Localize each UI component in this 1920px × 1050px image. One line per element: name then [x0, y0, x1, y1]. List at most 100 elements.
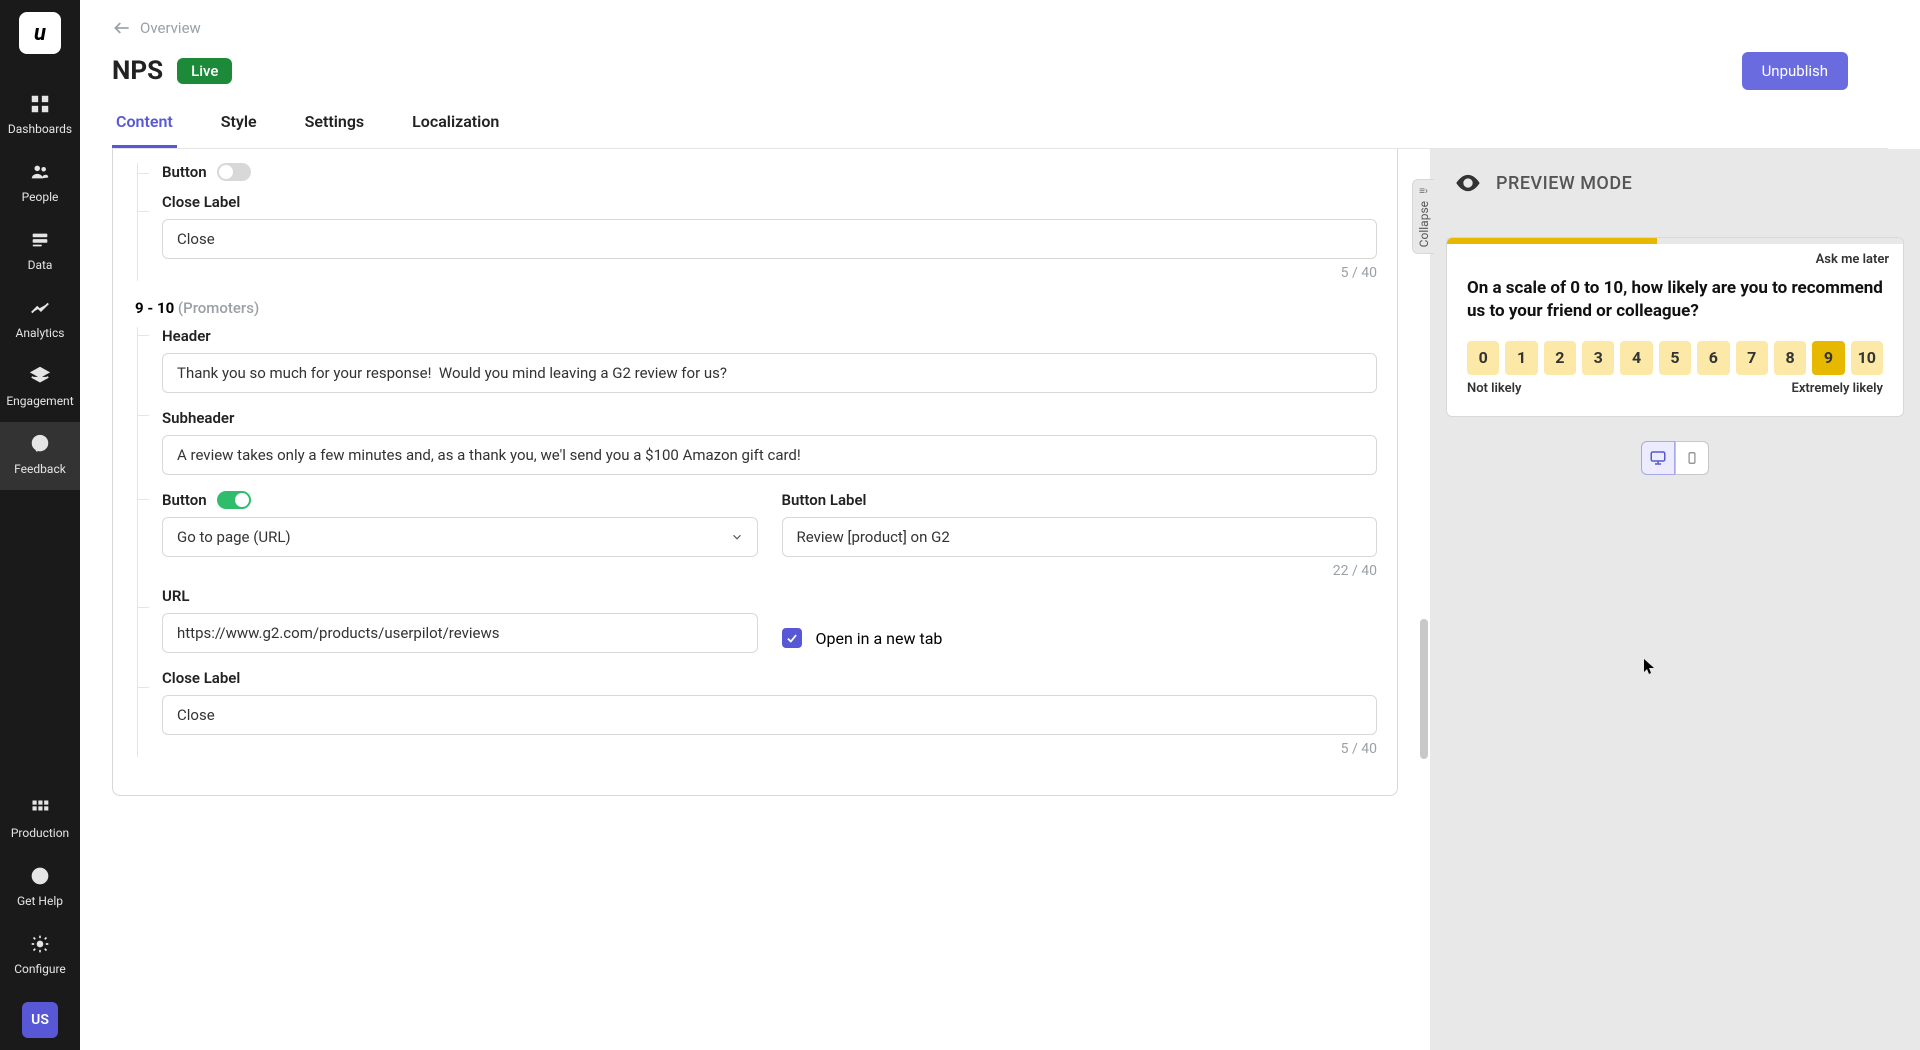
device-desktop-button[interactable]: [1641, 441, 1675, 475]
score-8[interactable]: 8: [1774, 341, 1806, 375]
status-badge: Live: [177, 58, 232, 84]
survey-question: On a scale of 0 to 10, how likely are yo…: [1447, 267, 1903, 327]
help-icon: [28, 864, 52, 888]
collapse-label: Collapse: [1417, 201, 1431, 247]
sidebar-item-label: Dashboards: [8, 122, 72, 136]
score-4[interactable]: 4: [1620, 341, 1652, 375]
score-high-label: Extremely likely: [1792, 381, 1884, 396]
button-action-select[interactable]: [162, 517, 758, 557]
sidebar-item-help[interactable]: Get Help: [0, 854, 80, 922]
score-0[interactable]: 0: [1467, 341, 1499, 375]
tab-content[interactable]: Content: [112, 112, 177, 148]
subheader-input[interactable]: [162, 435, 1377, 475]
collapse-icon: ≡›: [1419, 186, 1428, 197]
tab-style[interactable]: Style: [217, 112, 261, 148]
score-10[interactable]: 10: [1851, 341, 1883, 375]
header-input[interactable]: [162, 353, 1377, 393]
header: Overview NPS Live Unpublish Content Styl…: [80, 0, 1920, 149]
form-panel: Button Close Label 5 / 40 9 - 10 (Promot…: [80, 149, 1430, 1050]
score-6[interactable]: 6: [1697, 341, 1729, 375]
button-label-input[interactable]: [782, 517, 1378, 557]
score-2[interactable]: 2: [1544, 341, 1576, 375]
char-counter: 5 / 40: [162, 741, 1377, 757]
tab-localization[interactable]: Localization: [408, 112, 503, 148]
desktop-icon: [1649, 449, 1667, 467]
sidebar-item-configure[interactable]: Configure: [0, 922, 80, 990]
main: Overview NPS Live Unpublish Content Styl…: [80, 0, 1920, 1050]
sidebar-item-label: Engagement: [6, 394, 73, 408]
open-new-tab-label: Open in a new tab: [816, 629, 943, 648]
preview-mode-label: PREVIEW MODE: [1496, 173, 1632, 194]
sidebar-item-label: Feedback: [14, 462, 66, 476]
close-label-input-2[interactable]: [162, 695, 1377, 735]
unpublish-button[interactable]: Unpublish: [1742, 52, 1848, 90]
score-3[interactable]: 3: [1582, 341, 1614, 375]
button-toggle-off[interactable]: [217, 163, 251, 181]
people-icon: [28, 160, 52, 184]
preview-stage: Ask me later On a scale of 0 to 10, how …: [1430, 217, 1920, 1050]
preview-panel: ≡› Collapse PREVIEW MODE Ask me later On…: [1430, 149, 1920, 1050]
url-input[interactable]: [162, 613, 758, 653]
form-card: Button Close Label 5 / 40 9 - 10 (Promot…: [112, 149, 1398, 796]
gear-icon: [28, 932, 52, 956]
grid-icon: [28, 92, 52, 116]
mobile-icon: [1685, 449, 1699, 467]
apps-icon: [28, 796, 52, 820]
button-toggle-label: Button: [162, 163, 1377, 181]
avatar[interactable]: US: [22, 1002, 58, 1038]
close-label-title-2: Close Label: [162, 669, 1377, 687]
sidebar-item-label: Production: [11, 826, 69, 840]
sidebar-item-engagement[interactable]: Engagement: [0, 354, 80, 422]
sidebar-item-analytics[interactable]: Analytics: [0, 286, 80, 354]
section-title: 9 - 10 (Promoters): [135, 299, 1377, 317]
app-logo: u: [19, 12, 61, 54]
score-row: 0 1 2 3 4 5 6 7 8 9 10: [1447, 327, 1903, 381]
cursor-icon: [1644, 659, 1656, 675]
score-7[interactable]: 7: [1736, 341, 1768, 375]
sidebar-item-label: Configure: [14, 962, 66, 976]
url-label: URL: [162, 587, 1377, 605]
sidebar-item-dashboards[interactable]: Dashboards: [0, 82, 80, 150]
tabs: Content Style Settings Localization: [112, 112, 1888, 149]
sidebar-item-production[interactable]: Production: [0, 786, 80, 854]
sidebar-item-feedback[interactable]: Feedback: [0, 422, 80, 490]
collapse-tab[interactable]: ≡› Collapse: [1412, 179, 1434, 254]
survey-card: Ask me later On a scale of 0 to 10, how …: [1446, 237, 1904, 417]
breadcrumb[interactable]: Overview: [112, 18, 1888, 38]
sidebar-item-label: Data: [28, 258, 53, 272]
chart-line-icon: [28, 296, 52, 320]
score-1[interactable]: 1: [1505, 341, 1537, 375]
arrow-left-icon: [112, 18, 132, 38]
close-label-input[interactable]: [162, 219, 1377, 259]
eye-icon: [1454, 169, 1482, 197]
sidebar-item-label: Get Help: [17, 894, 63, 908]
device-toggle: [1446, 441, 1904, 475]
sidebar-item-label: Analytics: [16, 326, 65, 340]
ask-later-link[interactable]: Ask me later: [1816, 252, 1889, 267]
button-toggle-on[interactable]: [217, 491, 251, 509]
close-label-title: Close Label: [162, 193, 1377, 211]
open-new-tab-checkbox[interactable]: [782, 628, 802, 648]
tab-settings[interactable]: Settings: [301, 112, 369, 148]
layers-icon: [28, 364, 52, 388]
char-counter: 5 / 40: [162, 265, 1377, 281]
button-toggle-label-2: Button: [162, 491, 758, 509]
chat-icon: [28, 432, 52, 456]
button-label-title: Button Label: [782, 491, 1378, 509]
score-5[interactable]: 5: [1659, 341, 1691, 375]
scrollbar-thumb[interactable]: [1420, 619, 1428, 759]
page-title: NPS: [112, 56, 163, 86]
database-icon: [28, 228, 52, 252]
sidebar: u Dashboards People Data Analytics Engag…: [0, 0, 80, 1050]
header-label: Header: [162, 327, 1377, 345]
sidebar-item-data[interactable]: Data: [0, 218, 80, 286]
preview-header: PREVIEW MODE: [1430, 149, 1920, 217]
score-9[interactable]: 9: [1812, 341, 1844, 375]
subheader-label: Subheader: [162, 409, 1377, 427]
device-mobile-button[interactable]: [1675, 441, 1709, 475]
sidebar-item-label: People: [22, 190, 59, 204]
char-counter: 22 / 40: [782, 563, 1378, 579]
score-low-label: Not likely: [1467, 381, 1521, 396]
breadcrumb-label: Overview: [140, 19, 201, 37]
sidebar-item-people[interactable]: People: [0, 150, 80, 218]
